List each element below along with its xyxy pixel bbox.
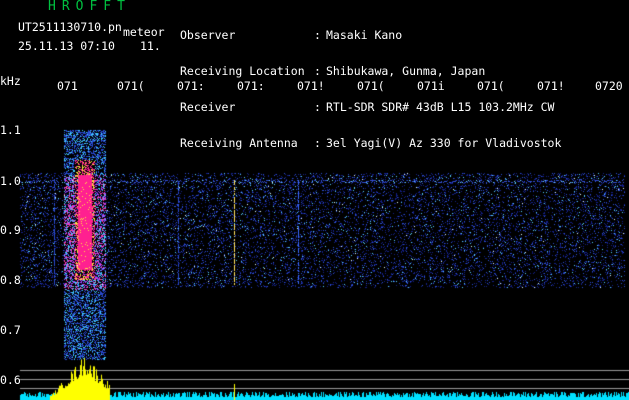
info-value: 3el Yagi(V) Az 330 for Vladivostok — [326, 136, 562, 150]
y-tick-label: 0.8 — [0, 273, 21, 287]
info-row-receiver: Receiver: RTL-SDR SDR# 43dB L15 103.2MHz … — [180, 101, 561, 113]
x-tick-label: 071( — [477, 79, 505, 93]
info-row-antenna: Receiving Antenna:3el Yagi(V) Az 330 for… — [180, 137, 561, 149]
info-separator: : — [314, 136, 321, 150]
x-tick-label: 071 — [57, 79, 78, 93]
meteor-label: meteor — [123, 25, 165, 39]
info-value: RTL-SDR SDR# 43dB L15 103.2MHz CW — [326, 100, 555, 114]
y-tick-label: 0.7 — [0, 323, 21, 337]
info-value: Masaki Kano — [326, 28, 403, 42]
y-tick-label: 0.6 — [0, 373, 21, 387]
info-separator: : — [314, 100, 321, 114]
x-tick-label: 071! — [537, 79, 565, 93]
y-tick-label: 1.1 — [0, 123, 21, 137]
x-tick-label: 071: — [177, 79, 205, 93]
info-row-observer: Observer: Masaki Kano — [180, 29, 561, 41]
count-label: 11. — [140, 39, 161, 53]
info-label: Observer — [180, 28, 236, 42]
x-tick-label: 071( — [357, 79, 385, 93]
info-label: Receiver — [180, 100, 236, 114]
x-tick-label: 071: — [237, 79, 265, 93]
x-tick-label: 071( — [117, 79, 145, 93]
info-separator: : — [314, 64, 321, 78]
x-tick-label: 071i — [417, 79, 445, 93]
info-separator: : — [314, 28, 321, 42]
info-value: Shibukawa, Gunma, Japan — [326, 64, 486, 78]
y-tick-label: 0.9 — [0, 223, 21, 237]
file-name: UT2511130710.pn — [18, 20, 122, 34]
app-title: HROFFT — [48, 0, 131, 14]
x-tick-label: 071! — [297, 79, 325, 93]
y-axis-unit: kHz — [0, 74, 21, 88]
info-label: Receiving Antenna — [180, 136, 298, 150]
x-tick-label: 0720 — [595, 79, 623, 93]
datetime-label: 25.11.13 07:10 — [18, 39, 115, 53]
info-label: Receiving Location — [180, 64, 305, 78]
y-tick-label: 1.0 — [0, 174, 21, 188]
info-row-location: Receiving Location: Shibukawa, Gunma, Jap… — [180, 65, 561, 77]
